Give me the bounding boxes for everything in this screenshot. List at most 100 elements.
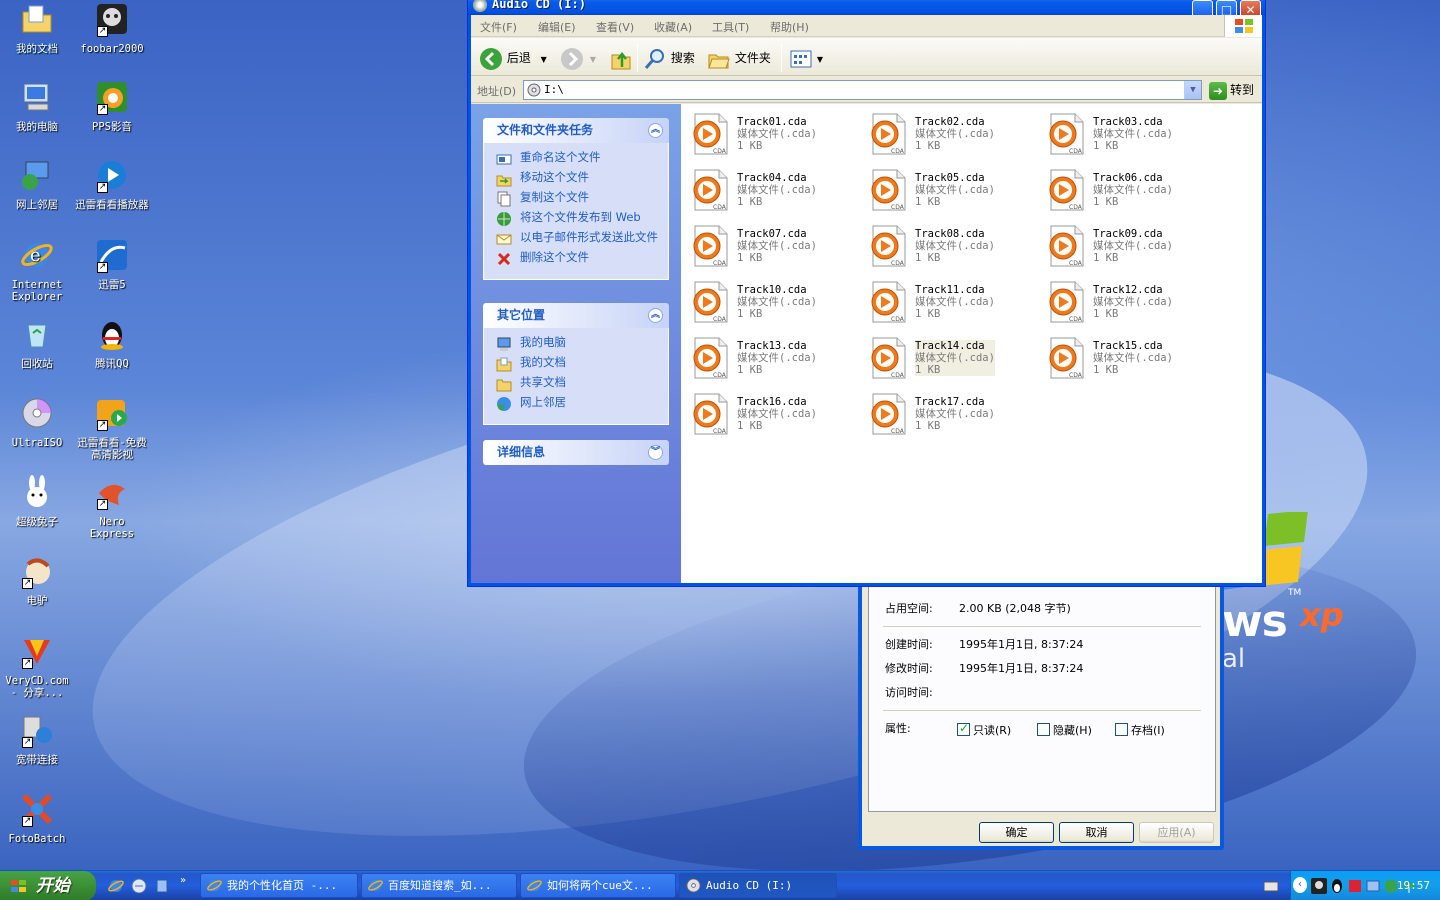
start-label: 开始 [36, 876, 70, 896]
task-email[interactable]: 以电子邮件形式发送此文件 [496, 231, 662, 245]
readonly-checkbox[interactable]: 只读(R) [957, 721, 1011, 738]
file-item[interactable]: CDA Track07.cda 媒体文件(.cda) 1 KB [685, 222, 857, 270]
file-size: 1 KB [1093, 196, 1119, 208]
quicklaunch-app-icon[interactable] [154, 878, 170, 894]
desktop-icon-ie[interactable]: e Internet Explorer [0, 238, 74, 303]
taskbar-button-homepage[interactable]: 我的个性化首页 -... [200, 873, 358, 898]
quicklaunch-ie-icon[interactable] [108, 878, 124, 894]
quicklaunch-more-icon[interactable]: » [180, 875, 186, 886]
tray-network-icon[interactable] [1365, 878, 1381, 894]
file-item[interactable]: CDA Track02.cda 媒体文件(.cda) 1 KB [863, 110, 1035, 158]
apply-button[interactable]: 应用(A) [1139, 822, 1214, 843]
file-text: Track06.cda 媒体文件(.cda) 1 KB [1093, 172, 1173, 208]
back-button[interactable]: 后退 ▼ [479, 46, 547, 70]
back-dropdown-icon[interactable]: ▼ [541, 55, 547, 64]
desktop-icon-verycd[interactable]: ↗ VeryCD.com - 分享... [0, 634, 74, 699]
menu-favorites[interactable]: 收藏(A) [654, 19, 692, 35]
taskbar-button-cue[interactable]: 如何将两个cue文... [520, 873, 676, 898]
ok-button[interactable]: 确定 [979, 822, 1054, 843]
search-button[interactable]: 搜索 [643, 46, 695, 70]
file-item[interactable]: CDA Track17.cda 媒体文件(.cda) 1 KB [863, 390, 1035, 438]
place-my-computer[interactable]: 我的电脑 [496, 336, 662, 351]
file-item[interactable]: CDA Track08.cda 媒体文件(.cda) 1 KB [863, 222, 1035, 270]
cda-file-icon: CDA [1049, 113, 1084, 155]
details-header[interactable]: 详细信息 ︾ [483, 440, 669, 465]
taskbar-button-baidu[interactable]: 百度知道搜索_如... [361, 873, 517, 898]
file-size: 1 KB [915, 420, 941, 432]
place-shared-documents[interactable]: 共享文档 [496, 376, 662, 392]
address-dropdown-icon[interactable]: ▼ [1184, 81, 1201, 99]
desktop-icon-xunlei5[interactable]: ↗ 迅雷5 [75, 238, 149, 291]
tray-qq-icon[interactable] [1329, 878, 1345, 894]
task-delete[interactable]: 删除这个文件 [496, 251, 662, 266]
desktop-icon-pps[interactable]: ↗ PPS影音 [75, 80, 149, 133]
collapse-chevron-icon[interactable]: ︽ [648, 308, 663, 323]
desktop-icon-foobar2000[interactable]: ↗ foobar2000 [75, 2, 149, 55]
file-item[interactable]: CDA Track09.cda 媒体文件(.cda) 1 KB [1041, 222, 1213, 270]
views-button[interactable]: ▼ [789, 46, 823, 70]
task-move[interactable]: 移动这个文件 [496, 171, 662, 187]
menu-file[interactable]: 文件(F) [480, 19, 517, 35]
place-network[interactable]: 网上邻居 [496, 396, 662, 411]
file-item[interactable]: CDA Track10.cda 媒体文件(.cda) 1 KB [685, 278, 857, 326]
desktop-icon-my-computer[interactable]: 我的电脑 [0, 80, 74, 133]
taskbar-button-audio-cd[interactable]: Audio CD (I:) [679, 873, 837, 898]
forward-dropdown-icon[interactable]: ▼ [590, 55, 596, 64]
keyboard-icon[interactable] [1264, 880, 1278, 892]
go-button[interactable]: ➜ 转到 [1209, 81, 1254, 100]
desktop-icon-network[interactable]: 网上邻居 [0, 158, 74, 211]
file-item[interactable]: CDA Track15.cda 媒体文件(.cda) 1 KB [1041, 334, 1213, 382]
title-bar[interactable]: Audio CD (I:) _ □ ✕ [468, 0, 1265, 21]
up-folder-button[interactable] [609, 46, 633, 70]
computer-icon [497, 337, 511, 351]
desktop-icon-broadband[interactable]: ↗ 宽带连接 [0, 713, 74, 766]
start-button[interactable]: 开始 [0, 871, 96, 900]
file-item[interactable]: CDA Track05.cda 媒体文件(.cda) 1 KB [863, 166, 1035, 214]
cda-icon-label: CDA [891, 428, 905, 435]
cancel-button[interactable]: 取消 [1059, 822, 1134, 843]
place-my-documents[interactable]: 我的文档 [496, 356, 662, 372]
desktop-icon-xunlei-kankan[interactable]: ↗ 迅雷看看-免费高清影视 [75, 396, 149, 461]
file-item[interactable]: CDA Track03.cda 媒体文件(.cda) 1 KB [1041, 110, 1213, 158]
file-item[interactable]: CDA Track16.cda 媒体文件(.cda) 1 KB [685, 390, 857, 438]
archive-checkbox[interactable]: 存档(I) [1115, 722, 1165, 738]
file-item[interactable]: CDA Track04.cda 媒体文件(.cda) 1 KB [685, 166, 857, 214]
desktop-icon-fotobatch[interactable]: ↗ FotoBatch [0, 792, 74, 845]
forward-button[interactable]: ▼ [560, 46, 596, 70]
other-places-header[interactable]: 其它位置 ︽ [483, 303, 669, 328]
folders-button[interactable]: 文件夹 [707, 46, 771, 70]
views-dropdown-icon[interactable]: ▼ [817, 55, 823, 64]
task-publish-web[interactable]: 将这个文件发布到 Web [496, 211, 662, 226]
address-input[interactable]: I:\ ▼ [523, 80, 1202, 100]
hidden-checkbox[interactable]: 隐藏(H) [1037, 722, 1092, 738]
file-item[interactable]: CDA Track01.cda 媒体文件(.cda) 1 KB [685, 110, 857, 158]
menu-tools[interactable]: 工具(T) [712, 19, 749, 35]
file-item[interactable]: CDA Track11.cda 媒体文件(.cda) 1 KB [863, 278, 1035, 326]
file-item[interactable]: CDA Track06.cda 媒体文件(.cda) 1 KB [1041, 166, 1213, 214]
desktop-icon-my-documents[interactable]: 我的文档 [0, 2, 74, 55]
desktop-icon-xunlei-player[interactable]: ↗ 迅雷看看播放器 [75, 158, 149, 211]
desktop-icon-recycle-bin[interactable]: 回收站 [0, 317, 74, 370]
tray-antivirus-icon[interactable] [1347, 878, 1363, 894]
desktop-icon-qq[interactable]: 腾讯QQ [75, 317, 149, 370]
desktop-icon-nero[interactable]: ↗ Nero Express [75, 475, 149, 540]
file-item[interactable]: CDA Track14.cda 媒体文件(.cda) 1 KB [863, 334, 1035, 382]
file-item[interactable]: CDA Track13.cda 媒体文件(.cda) 1 KB [685, 334, 857, 382]
collapse-chevron-icon[interactable]: ︽ [648, 123, 663, 138]
menu-view[interactable]: 查看(V) [596, 19, 634, 35]
file-tasks-header[interactable]: 文件和文件夹任务 ︽ [483, 118, 669, 143]
tray-expand-icon[interactable]: ‹ [1293, 877, 1307, 893]
task-copy[interactable]: 复制这个文件 [496, 191, 662, 207]
quicklaunch-browser-icon[interactable] [131, 878, 147, 894]
desktop-icon-emule[interactable]: ↗ 电驴 [0, 554, 74, 607]
shared-folder-icon [496, 379, 512, 392]
expand-chevron-icon[interactable]: ︾ [648, 445, 663, 460]
file-size: 1 KB [1093, 252, 1119, 264]
tray-foobar-icon[interactable] [1311, 878, 1327, 894]
menu-help[interactable]: 帮助(H) [770, 19, 809, 35]
desktop-icon-super-rabbit[interactable]: 超级兔子 [0, 475, 74, 528]
task-rename[interactable]: 重命名这个文件 [496, 151, 662, 165]
menu-edit[interactable]: 编辑(E) [538, 19, 576, 35]
desktop-icon-ultraiso[interactable]: UltraISO [0, 396, 74, 449]
file-item[interactable]: CDA Track12.cda 媒体文件(.cda) 1 KB [1041, 278, 1213, 326]
